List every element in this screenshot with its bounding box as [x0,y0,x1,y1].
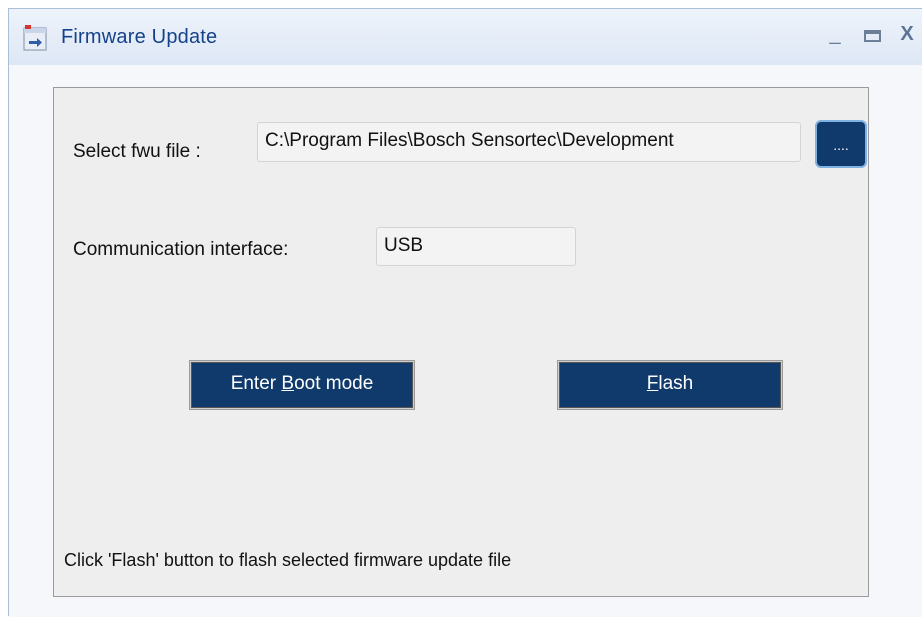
flash-label: Flash [646,373,694,394]
close-icon[interactable]: X [895,23,919,51]
select-file-label: Select fwu file : [73,141,201,162]
window-content: Select fwu file : C:\Program Files\Bosch… [9,65,922,617]
status-message: Click 'Flash' button to flash selected f… [64,550,512,570]
window-title: Firmware Update [61,26,218,48]
enter-boot-mode-button[interactable]: Enter Boot mode [190,361,414,409]
communication-interface-label: Communication interface: [73,239,289,260]
firmware-update-window: Firmware Update _ X Select fwu file : C:… [8,8,922,617]
communication-interface-field: USB [376,227,576,266]
flash-button[interactable]: Flash [558,361,782,409]
minimize-icon[interactable]: _ [823,23,847,51]
title-bar[interactable]: Firmware Update _ X [9,9,922,65]
update-panel: Select fwu file : C:\Program Files\Bosch… [53,87,869,597]
browse-button[interactable]: .... [815,120,867,168]
file-path-field[interactable]: C:\Program Files\Bosch Sensortec\Develop… [257,122,801,162]
enter-boot-mode-label: Enter Boot mode [230,373,374,394]
app-icon [23,25,49,51]
maximize-icon[interactable] [861,23,885,51]
